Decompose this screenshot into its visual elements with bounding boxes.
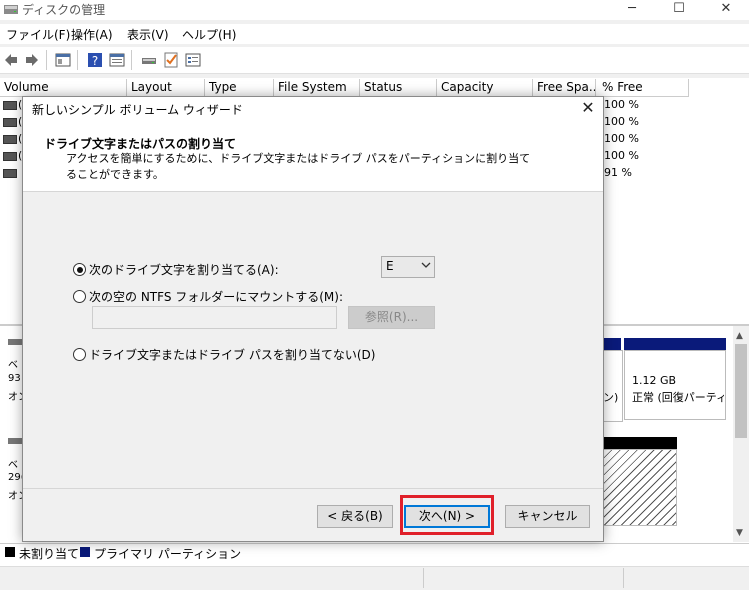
volume-icon xyxy=(3,152,17,161)
unallocated-swatch xyxy=(5,547,15,557)
menu-file[interactable]: ファイル(F) xyxy=(6,26,70,43)
properties-icon[interactable] xyxy=(109,52,125,68)
percent-free-value: 100 % xyxy=(604,149,639,162)
disk-icon xyxy=(8,438,22,444)
status-divider xyxy=(623,568,624,588)
partition-status-fragment: ン) xyxy=(603,391,619,404)
wizard-heading: ドライブ文字またはパスの割り当て xyxy=(44,137,237,151)
legend-primary-partition: プライマリ パーティション xyxy=(94,547,242,561)
drive-icon[interactable] xyxy=(141,52,157,68)
chevron-down-icon xyxy=(421,262,431,268)
assign-letter-radio[interactable] xyxy=(73,263,86,276)
mount-folder-radio[interactable] xyxy=(73,290,86,303)
toolbar-divider xyxy=(46,50,47,70)
assign-letter-label[interactable]: 次のドライブ文字を割り当てる(A): xyxy=(89,261,279,278)
disk-icon xyxy=(8,339,22,345)
cancel-button[interactable]: キャンセル xyxy=(505,505,590,528)
minimize-button[interactable]: ─ xyxy=(609,0,655,20)
disk-management-icon xyxy=(4,5,18,14)
percent-free-value: 100 % xyxy=(604,132,639,145)
toolbar-divider xyxy=(131,50,132,70)
no-letter-label[interactable]: ドライブ文字またはドライブ パスを割り当てない(D) xyxy=(89,346,375,363)
partition-block[interactable] xyxy=(603,350,623,422)
volume-icon xyxy=(3,169,17,178)
browse-button[interactable]: 参照(R)... xyxy=(348,306,435,329)
list-view-icon[interactable] xyxy=(185,52,201,68)
column-type[interactable]: Type xyxy=(205,79,274,97)
wizard-description: アクセスを簡単にするために、ドライブ文字またはドライブ パスをパーティションに割… xyxy=(66,152,531,181)
checklist-icon[interactable] xyxy=(163,52,179,68)
wizard-button-divider xyxy=(23,488,603,489)
wizard-close-icon[interactable]: ✕ xyxy=(579,99,597,117)
unallocated-space[interactable] xyxy=(603,449,677,526)
help-icon[interactable]: ? xyxy=(87,52,103,68)
drive-letter-value: E xyxy=(386,259,394,273)
no-letter-radio[interactable] xyxy=(73,348,86,361)
wizard-title: 新しいシンプル ボリューム ウィザード xyxy=(32,103,243,117)
back-arrow-icon[interactable] xyxy=(3,52,19,68)
disk1-type: ベ xyxy=(8,460,18,471)
percent-free-value: 91 % xyxy=(604,166,632,179)
column-capacity[interactable]: Capacity xyxy=(437,79,533,97)
next-button-highlight xyxy=(400,495,494,535)
volume-icon xyxy=(3,118,17,127)
toolbar-divider xyxy=(77,50,78,70)
volume-icon xyxy=(3,101,17,110)
console-tree-icon[interactable] xyxy=(55,52,71,68)
recovery-partition-status: 正常 (回復パーティ xyxy=(632,391,724,404)
column-layout[interactable]: Layout xyxy=(127,79,205,97)
column-status[interactable]: Status xyxy=(360,79,437,97)
scroll-down-arrow-icon[interactable]: ▼ xyxy=(736,528,743,538)
partition-header-bar xyxy=(624,338,726,350)
column-percent-free[interactable]: % Free xyxy=(598,79,689,97)
volume-icon xyxy=(3,135,17,144)
percent-free-value: 100 % xyxy=(604,115,639,128)
menu-action[interactable]: 操作(A) xyxy=(71,26,113,43)
scrollbar-thumb[interactable] xyxy=(735,344,747,438)
partition-header-bar xyxy=(603,338,621,350)
back-button[interactable]: < 戻る(B) xyxy=(317,505,393,528)
legend-unallocated: 未割り当て xyxy=(19,547,80,561)
disk0-size: 93 xyxy=(8,373,21,384)
column-file-system[interactable]: File System xyxy=(274,79,360,97)
forward-arrow-icon[interactable] xyxy=(24,52,40,68)
recovery-partition-size: 1.12 GB xyxy=(632,374,677,387)
status-bar xyxy=(0,566,749,590)
folder-path-input[interactable] xyxy=(92,306,337,329)
scroll-up-arrow-icon[interactable]: ▲ xyxy=(736,331,743,341)
maximize-button[interactable]: ☐ xyxy=(656,0,702,20)
menu-view[interactable]: 表示(V) xyxy=(127,26,169,43)
window-title: ディスクの管理 xyxy=(22,3,106,17)
disk0-type: ベ xyxy=(8,360,18,371)
column-free-space[interactable]: Free Spa... xyxy=(533,79,596,97)
mount-folder-label[interactable]: 次の空の NTFS フォルダーにマウントする(M): xyxy=(89,288,343,305)
unallocated-header-bar xyxy=(603,437,677,449)
close-window-button[interactable]: ✕ xyxy=(703,0,749,20)
percent-free-value: 100 % xyxy=(604,98,639,111)
column-volume[interactable]: Volume xyxy=(0,79,127,97)
primary-partition-swatch xyxy=(80,547,90,557)
status-divider xyxy=(423,568,424,588)
menu-help[interactable]: ヘルプ(H) xyxy=(182,26,236,43)
svg-text:?: ? xyxy=(92,54,98,68)
